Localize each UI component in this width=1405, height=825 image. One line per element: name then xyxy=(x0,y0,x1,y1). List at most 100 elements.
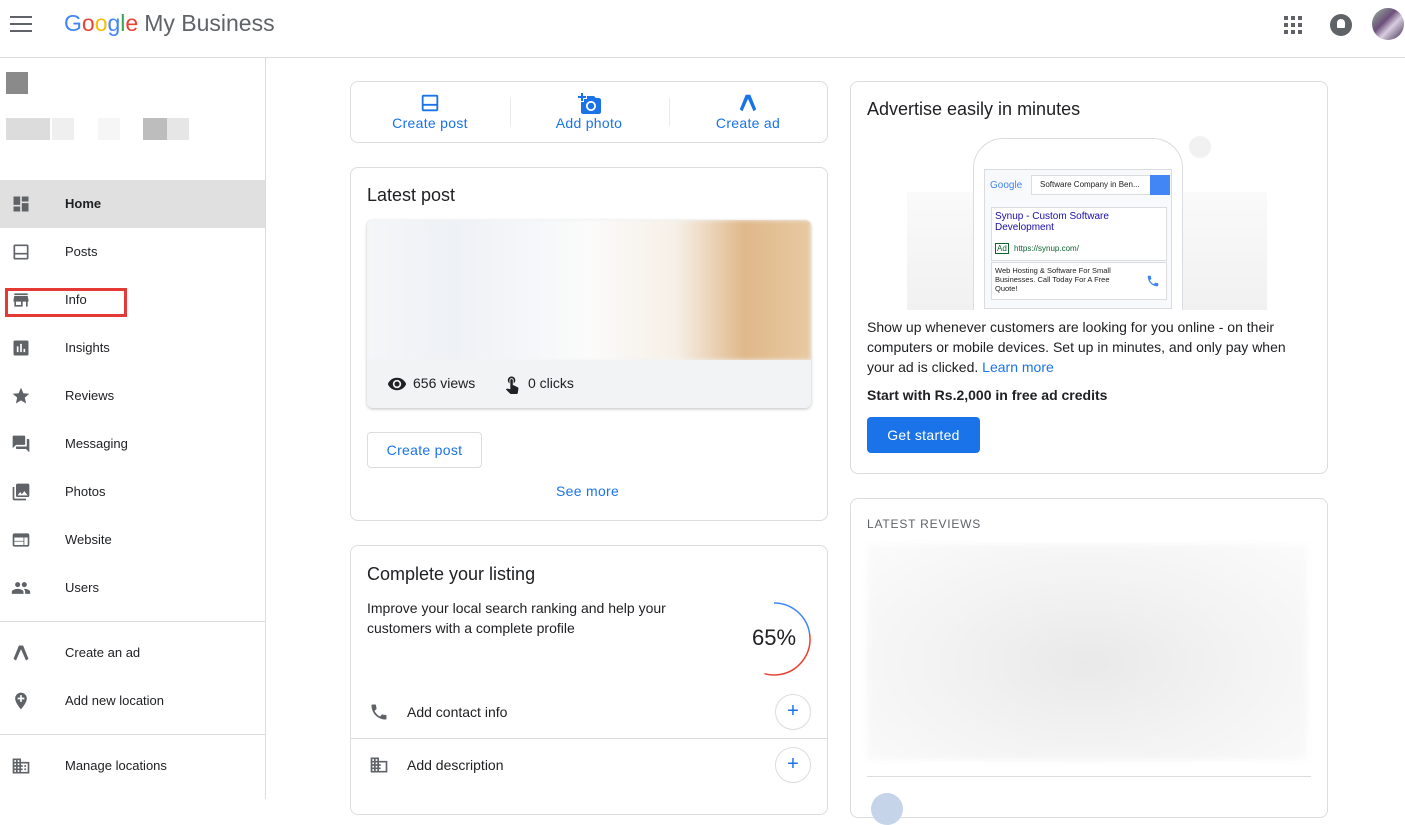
get-started-button[interactable]: Get started xyxy=(867,417,980,453)
post-icon xyxy=(421,94,439,112)
progress-percentage: 65% xyxy=(751,625,797,650)
learn-more-link[interactable]: Learn more xyxy=(982,359,1054,375)
add-contact-info-row[interactable]: Add contact info + xyxy=(351,686,827,739)
mock-search-icon xyxy=(1150,175,1170,195)
touch-icon xyxy=(505,376,519,394)
latest-post-title: Latest post xyxy=(367,185,456,205)
business-name-blurred xyxy=(98,118,120,140)
post-stats: 656 views 0 clicks xyxy=(367,360,811,408)
account-avatar[interactable] xyxy=(1372,8,1404,40)
complete-listing-card: Complete your listing Improve your local… xyxy=(350,545,828,815)
chat-icon xyxy=(12,435,30,453)
mock-google-logo: Google xyxy=(990,180,1023,191)
post-image-blurred xyxy=(367,220,811,360)
notifications-icon[interactable] xyxy=(1330,14,1352,36)
complete-listing-title: Complete your listing xyxy=(367,564,536,584)
create-ad-label: Create ad xyxy=(715,115,781,131)
sidebar-item-users[interactable]: Users xyxy=(0,564,265,612)
sidebar-item-label: Home xyxy=(65,196,102,211)
mock-phone-icon xyxy=(1147,275,1159,287)
sidebar-item-create-ad[interactable]: Create an ad xyxy=(0,629,265,677)
review-content-blurred xyxy=(867,544,1307,760)
views-count: 656 views xyxy=(413,375,476,391)
sidebar-item-manage-locations[interactable]: Manage locations xyxy=(0,742,265,790)
business-name-blurred xyxy=(6,118,50,140)
mock-result-desc: Web Hosting & Software For Small Busines… xyxy=(995,266,1111,293)
photo-icon xyxy=(12,483,30,501)
sidebar-item-label: Messaging xyxy=(65,436,128,451)
info-highlight-annotation xyxy=(5,288,127,317)
web-icon xyxy=(12,533,30,547)
sidebar-item-add-location[interactable]: Add new location xyxy=(0,677,265,725)
add-photo-label: Add photo xyxy=(555,115,623,131)
moon-illustration xyxy=(1189,136,1211,158)
add-location-icon xyxy=(15,692,27,710)
sidebar-item-posts[interactable]: Posts xyxy=(0,228,265,276)
add-description-plus-button[interactable]: + xyxy=(775,747,811,783)
add-description-row[interactable]: Add description + xyxy=(351,739,827,792)
latest-reviews-caption: LATEST REVIEWS xyxy=(867,517,982,531)
mock-ad-result: Synup - Custom Software Development Ad h… xyxy=(991,207,1167,261)
add-photo-icon xyxy=(578,93,601,114)
sidebar-item-photos[interactable]: Photos xyxy=(0,468,265,516)
people-icon xyxy=(11,582,31,594)
bar-chart-icon xyxy=(13,340,29,356)
menu-icon[interactable] xyxy=(10,16,32,34)
business-icon xyxy=(370,757,388,773)
sidebar-item-label: Create an ad xyxy=(65,645,141,660)
sidebar-divider xyxy=(0,621,265,622)
advertise-body: Show up whenever customers are looking f… xyxy=(867,319,1286,375)
building-icon xyxy=(12,758,30,774)
sidebar-item-messaging[interactable]: Messaging xyxy=(0,420,265,468)
dashboard-icon xyxy=(13,196,29,212)
sidebar-item-website[interactable]: Website xyxy=(0,516,265,564)
sidebar-item-label: Photos xyxy=(65,484,106,499)
sidebar-item-home[interactable]: Home xyxy=(0,180,265,228)
posts-icon xyxy=(13,244,29,260)
phone-icon xyxy=(371,704,387,720)
add-photo-button[interactable]: Add photo xyxy=(510,82,668,142)
star-icon xyxy=(12,387,30,404)
latest-post-card: Latest post 656 views 0 clicks Create po… xyxy=(350,167,828,521)
product-logo[interactable]: Google My Business xyxy=(64,10,275,37)
sidebar-item-reviews[interactable]: Reviews xyxy=(0,372,265,420)
sidebar-item-insights[interactable]: Insights xyxy=(0,324,265,372)
sidebar-item-label: Reviews xyxy=(65,388,115,403)
logo-letter: G xyxy=(64,10,82,36)
latest-reviews-card: LATEST REVIEWS xyxy=(850,498,1328,825)
sidebar-item-label: Manage locations xyxy=(65,758,167,773)
logo-letter: o xyxy=(81,10,95,36)
apps-grid-icon[interactable] xyxy=(1284,16,1302,34)
create-post-button[interactable]: Create post xyxy=(367,432,482,468)
clicks-count: 0 clicks xyxy=(528,375,574,391)
sidebar-item-label: Posts xyxy=(65,244,98,259)
create-post-button[interactable]: Create post xyxy=(351,82,509,142)
business-name-blurred xyxy=(52,118,74,140)
business-name-blurred xyxy=(143,118,167,140)
mock-search-query: Software Company in Ben... xyxy=(1040,180,1140,189)
sidebar-item-label: Insights xyxy=(65,340,110,355)
logo-letter: o xyxy=(94,10,108,36)
review-divider xyxy=(867,776,1311,777)
create-ad-button[interactable]: Create ad xyxy=(669,82,827,142)
add-contact-info-label: Add contact info xyxy=(407,704,508,720)
create-post-label: Create post xyxy=(392,115,468,131)
see-more-link[interactable]: See more xyxy=(556,483,619,499)
sidebar-item-label: Users xyxy=(65,580,99,595)
product-name: My Business xyxy=(144,10,275,36)
free-credits-text: Start with Rs.2,000 in free ad credits xyxy=(867,387,1108,403)
phone-mock: Google Software Company in Ben... Synup … xyxy=(973,138,1183,310)
post-preview[interactable]: 656 views 0 clicks xyxy=(367,220,811,408)
eye-icon xyxy=(387,377,407,391)
mock-result-title: Synup - Custom Software Development xyxy=(995,211,1109,233)
sidebar-item-label: Website xyxy=(65,532,112,547)
logo-letter: g xyxy=(107,10,121,36)
ads-icon xyxy=(13,645,29,661)
advertise-description: Show up whenever customers are looking f… xyxy=(867,317,1307,377)
add-contact-info-plus-button[interactable]: + xyxy=(775,694,811,730)
reviewer-avatar xyxy=(871,793,903,825)
advertise-title: Advertise easily in minutes xyxy=(867,99,1081,119)
quick-actions-card: Create post Add photo Create ad xyxy=(350,81,828,143)
mock-search-box: Software Company in Ben... xyxy=(1031,175,1151,195)
business-logo xyxy=(6,72,28,94)
